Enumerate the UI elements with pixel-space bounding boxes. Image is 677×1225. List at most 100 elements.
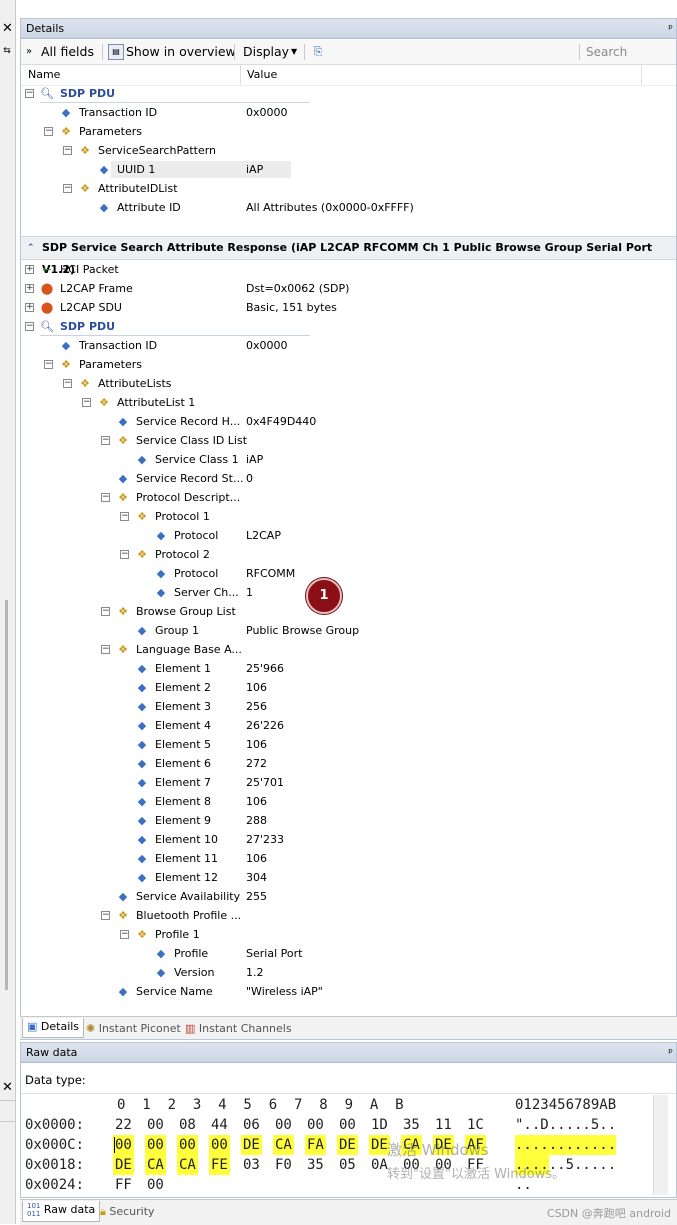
collapse-icon[interactable]: − bbox=[25, 322, 34, 331]
collapse-icon[interactable]: − bbox=[101, 493, 110, 502]
hex-byte[interactable]: 22 bbox=[113, 1115, 134, 1135]
hex-byte[interactable]: CA bbox=[145, 1155, 166, 1175]
hex-byte[interactable]: 00 bbox=[337, 1115, 358, 1135]
tree-row[interactable]: − ❖ Protocol 2 bbox=[21, 545, 676, 564]
tree-row[interactable]: − ❖ Language Base A... bbox=[21, 640, 676, 659]
collapse-icon[interactable]: − bbox=[44, 360, 53, 369]
column-divider[interactable] bbox=[240, 65, 241, 85]
column-value-header[interactable]: Value bbox=[247, 68, 277, 81]
hex-byte[interactable]: 35 bbox=[401, 1115, 422, 1135]
tree-row[interactable]: ◆ UUID 1 iAP bbox=[21, 160, 676, 179]
expand-icon[interactable]: + bbox=[25, 284, 34, 293]
tree-row[interactable]: − 🔍︎ SDP PDU bbox=[21, 84, 676, 103]
chevron-down-icon[interactable]: ▼ bbox=[291, 44, 297, 60]
all-fields-button[interactable]: All fields bbox=[41, 44, 94, 60]
tree-row[interactable]: − ❖ Protocol 1 bbox=[21, 507, 676, 526]
left-scrollbar[interactable] bbox=[5, 600, 8, 990]
tree-row[interactable]: − ❖ AttributeLists bbox=[21, 374, 676, 393]
hex-byte[interactable]: 08 bbox=[177, 1115, 198, 1135]
tree-row[interactable]: ◆ Element 2 106 bbox=[21, 678, 676, 697]
hex-byte[interactable]: 1C bbox=[465, 1115, 486, 1135]
hex-byte[interactable]: FF bbox=[113, 1175, 134, 1195]
tree-row[interactable]: − ❖ ServiceSearchPattern bbox=[21, 141, 676, 160]
collapse-icon[interactable]: − bbox=[63, 379, 72, 388]
hex-byte[interactable]: 00 bbox=[113, 1135, 134, 1155]
collapse-icon[interactable]: − bbox=[101, 607, 110, 616]
tree-row[interactable]: ◆ Protocol L2CAP bbox=[21, 526, 676, 545]
tree-row[interactable]: ◆ Element 10 27'233 bbox=[21, 830, 676, 849]
pin-icon[interactable]: ᵖ bbox=[668, 19, 673, 39]
tab-instant-channels[interactable]: ▥ Instant Channels bbox=[185, 1020, 292, 1037]
tree-row[interactable]: ◆ Protocol RFCOMM bbox=[21, 564, 676, 583]
raw-scrollbar[interactable] bbox=[653, 1095, 668, 1195]
hex-byte[interactable]: 00 bbox=[273, 1115, 294, 1135]
tab-security[interactable]: 🔒︎ Security bbox=[100, 1203, 155, 1220]
collapse-icon[interactable]: − bbox=[25, 89, 34, 98]
pin-icon[interactable]: ᵖ bbox=[668, 1043, 673, 1063]
tab-details[interactable]: ▣ Details bbox=[22, 1018, 85, 1038]
tree-row[interactable]: ◆ Service Availability 255 bbox=[21, 887, 676, 906]
collapse-icon[interactable]: − bbox=[120, 550, 129, 559]
hex-byte[interactable]: 00 bbox=[305, 1115, 326, 1135]
tree-row[interactable]: ◆ Element 7 25'701 bbox=[21, 773, 676, 792]
column-name-header[interactable]: Name bbox=[28, 68, 60, 81]
tree-row[interactable]: ◆ Element 9 288 bbox=[21, 811, 676, 830]
tree-row[interactable]: ◆ Transaction ID 0x0000 bbox=[21, 103, 676, 122]
hex-byte[interactable]: CA bbox=[177, 1155, 198, 1175]
hex-byte[interactable]: DE bbox=[241, 1135, 262, 1155]
tree-row[interactable]: − 🔍︎ SDP PDU bbox=[21, 317, 676, 336]
hex-byte[interactable]: DE bbox=[113, 1155, 134, 1175]
tree-row[interactable]: ◆ Attribute ID All Attributes (0x0000-0xFF… bbox=[21, 198, 676, 217]
hex-byte[interactable]: 00 bbox=[145, 1175, 166, 1195]
hex-byte[interactable]: FE bbox=[209, 1155, 230, 1175]
tree-row[interactable]: + ⬤ L2CAP SDU Basic, 151 bytes bbox=[21, 298, 676, 317]
tree-row[interactable]: − ❖ Profile 1 bbox=[21, 925, 676, 944]
tree-row[interactable]: ◆ Service Record St... 0 bbox=[21, 469, 676, 488]
expand-icon[interactable]: + bbox=[25, 265, 34, 274]
hex-byte[interactable]: 06 bbox=[241, 1115, 262, 1135]
tree-row[interactable]: ◆ Server Ch... 1 bbox=[21, 583, 676, 602]
tree-row[interactable]: ◆ Version 1.2 bbox=[21, 963, 676, 982]
tree-row[interactable]: ◆ Service Class 1 iAP bbox=[21, 450, 676, 469]
hex-byte[interactable]: 44 bbox=[209, 1115, 230, 1135]
hex-byte[interactable]: CA bbox=[273, 1135, 294, 1155]
hex-byte[interactable]: 00 bbox=[209, 1135, 230, 1155]
column-divider[interactable] bbox=[641, 65, 642, 85]
hex-byte[interactable]: DE bbox=[337, 1135, 358, 1155]
tree-row[interactable]: ◆ Element 8 106 bbox=[21, 792, 676, 811]
tree-row[interactable]: ◆ Element 1 25'966 bbox=[21, 659, 676, 678]
collapse-icon[interactable]: − bbox=[63, 146, 72, 155]
tab-instant-piconet[interactable]: ✺ Instant Piconet bbox=[86, 1020, 181, 1037]
tree-row[interactable]: ◆ Element 12 304 bbox=[21, 868, 676, 887]
tree-row[interactable]: − ❖ Parameters bbox=[21, 355, 676, 374]
tree-row[interactable]: + ← HCI Packet bbox=[21, 260, 676, 279]
tab-raw-data[interactable]: 101 011 Raw data bbox=[22, 1201, 101, 1222]
hex-byte[interactable]: 1D bbox=[369, 1115, 390, 1135]
tree-row[interactable]: ◆ Group 1 Public Browse Group bbox=[21, 621, 676, 640]
tree-row[interactable]: ◆ Service Name "Wireless iAP" bbox=[21, 982, 676, 1001]
collapse-icon[interactable]: − bbox=[120, 930, 129, 939]
export-icon[interactable]: ⎘ bbox=[310, 44, 326, 59]
tree-row[interactable]: − ❖ Service Class ID List bbox=[21, 431, 676, 450]
hex-byte[interactable]: 00 bbox=[177, 1135, 198, 1155]
collapse-icon[interactable]: − bbox=[101, 911, 110, 920]
dock-arrow-icon[interactable]: ⇆ bbox=[1, 46, 13, 60]
hex-byte[interactable]: 03 bbox=[241, 1155, 262, 1175]
hex-byte[interactable]: 00 bbox=[145, 1115, 166, 1135]
tree-row[interactable]: ◆ Service Record H... 0x4F49D440 bbox=[21, 412, 676, 431]
tree-row[interactable]: ◆ Element 3 256 bbox=[21, 697, 676, 716]
response-header-bar[interactable]: ⌃ SDP Service Search Attribute Response … bbox=[21, 236, 676, 276]
tree-row[interactable]: ◆ Profile Serial Port bbox=[21, 944, 676, 963]
expand-icon[interactable]: + bbox=[25, 303, 34, 312]
collapse-up-icon[interactable]: ⌃ bbox=[27, 237, 35, 259]
tree-row[interactable]: ◆ Element 5 106 bbox=[21, 735, 676, 754]
hex-byte[interactable]: 11 bbox=[433, 1115, 454, 1135]
tree-row[interactable]: ◆ Transaction ID 0x0000 bbox=[21, 336, 676, 355]
collapse-icon[interactable]: − bbox=[63, 184, 72, 193]
tree-row[interactable]: − ❖ Browse Group List bbox=[21, 602, 676, 621]
tree-row[interactable]: ◆ Element 6 272 bbox=[21, 754, 676, 773]
tree-row[interactable]: − ❖ AttributeList 1 bbox=[21, 393, 676, 412]
collapse-icon[interactable]: − bbox=[120, 512, 129, 521]
tree-row[interactable]: + ⬤ L2CAP Frame Dst=0x0062 (SDP) bbox=[21, 279, 676, 298]
tree-row[interactable]: − ❖ Protocol Descript... bbox=[21, 488, 676, 507]
